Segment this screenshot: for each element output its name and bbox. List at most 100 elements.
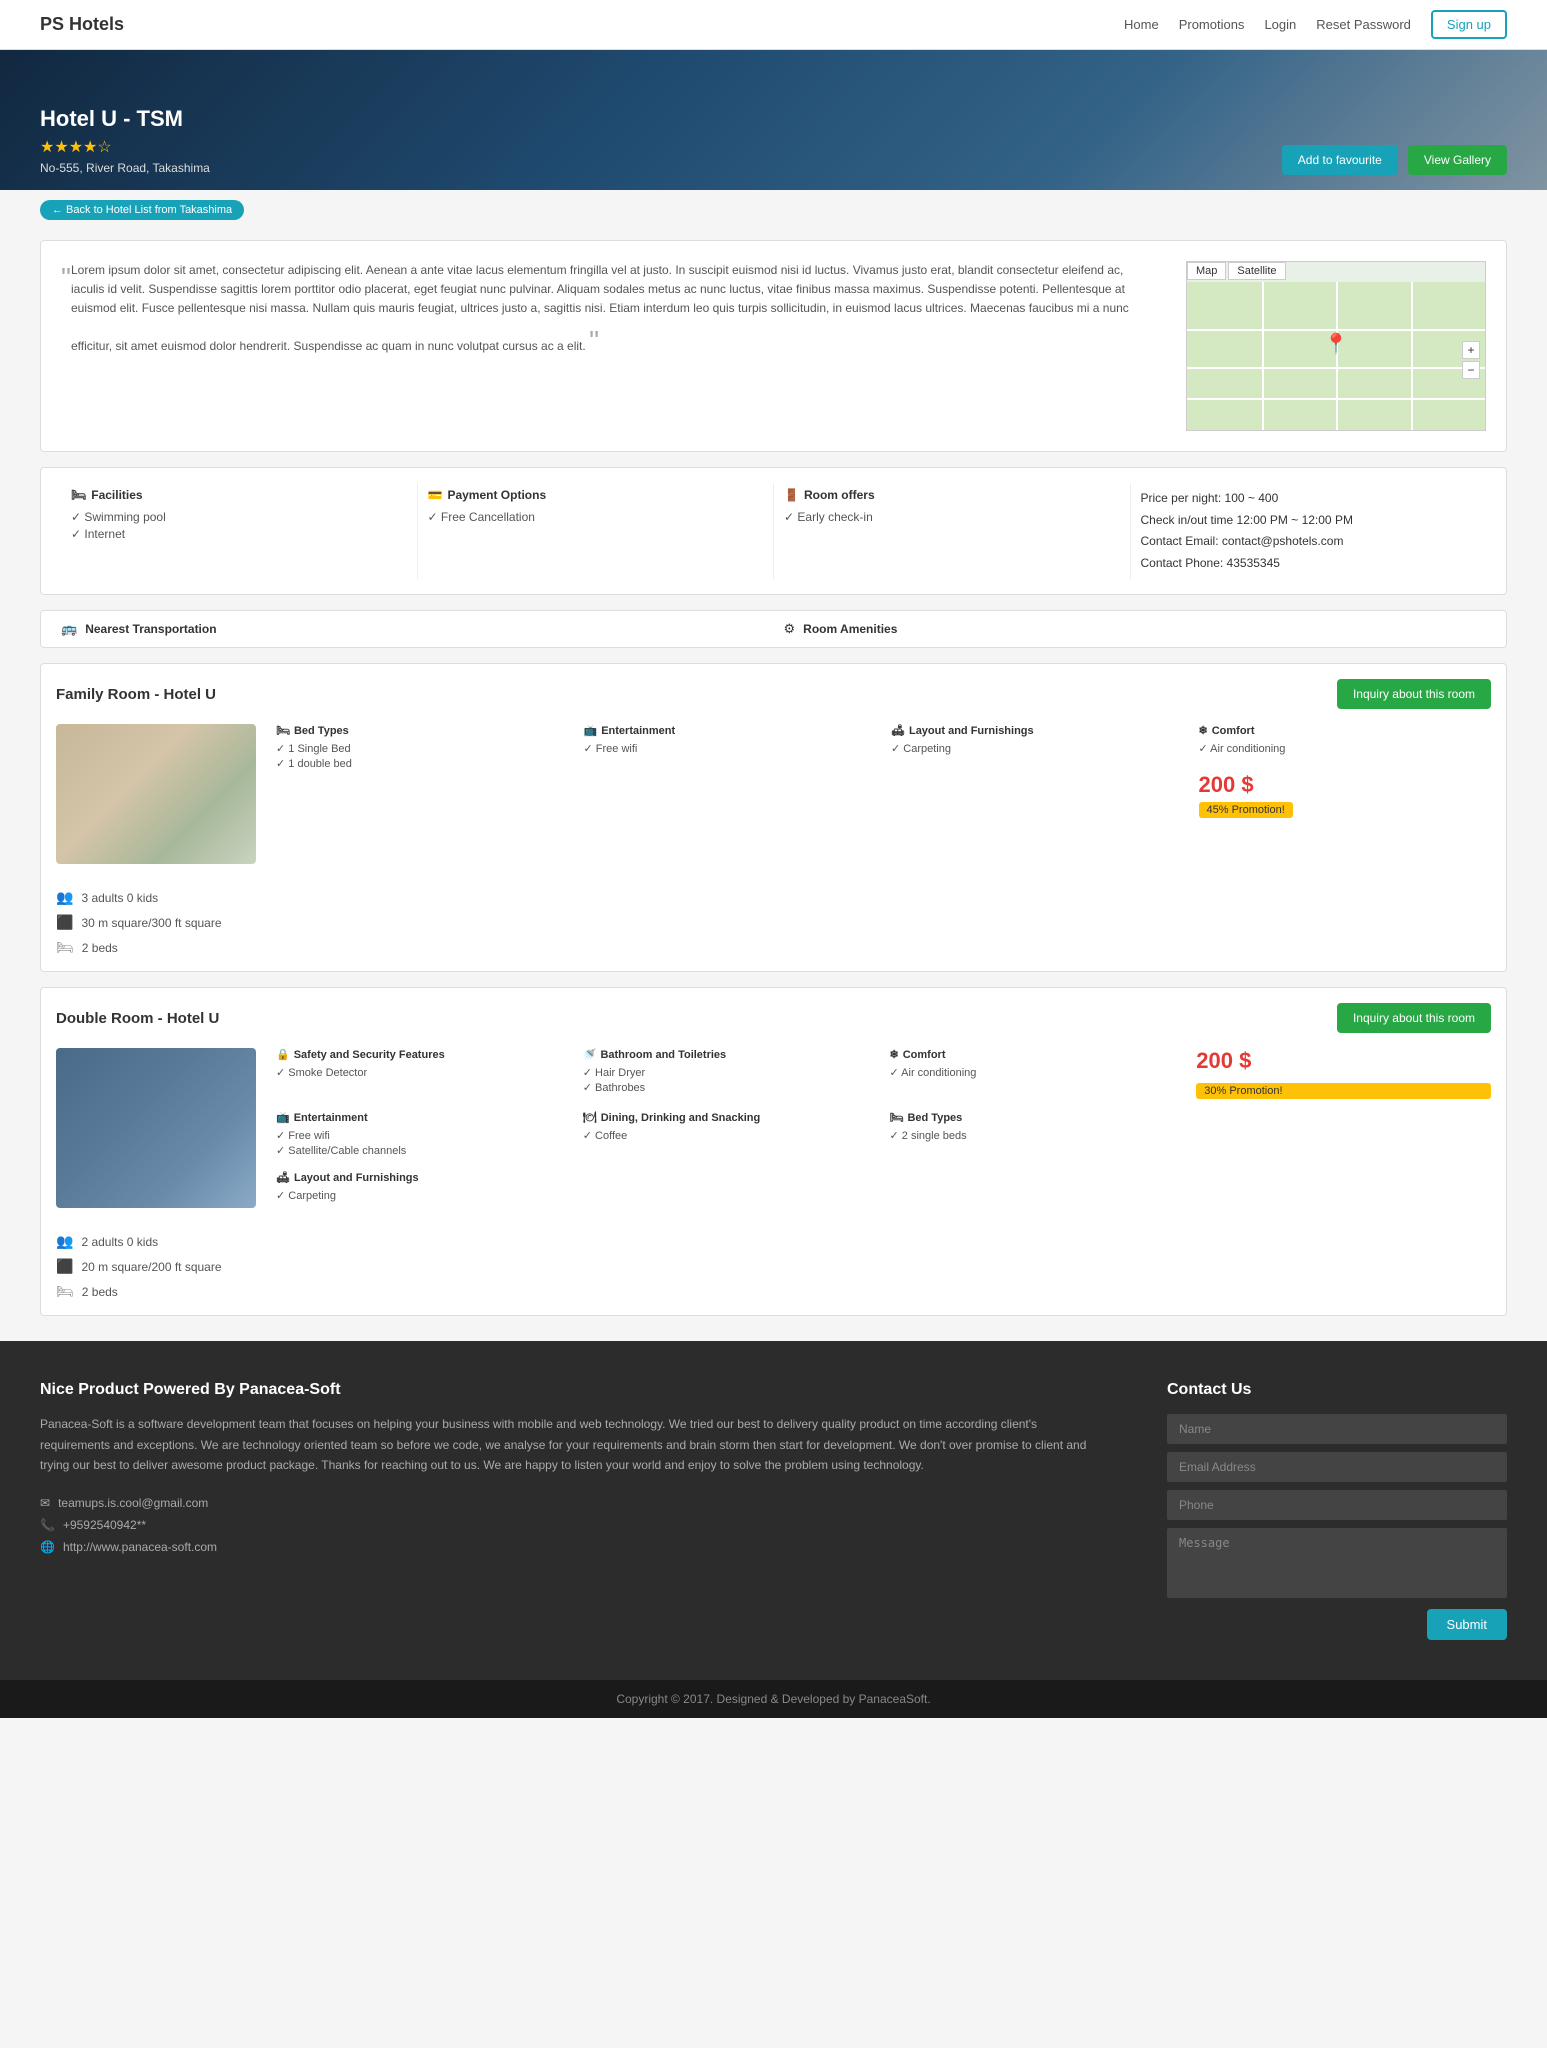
map-road-v1	[1262, 282, 1264, 431]
hotel-map: Map Satellite 📍 + − M	[1186, 261, 1486, 431]
map-controls: + −	[1462, 341, 1480, 379]
family-room-left: 👥 3 adults 0 kids ⬛ 30 m square/300 ft s…	[56, 724, 256, 956]
family-price-block: ❄ Comfort Air conditioning 200 $ 45% Pro…	[1199, 724, 1492, 956]
family-inquiry-button[interactable]: Inquiry about this room	[1337, 679, 1491, 709]
map-tabs: Map Satellite	[1187, 262, 1485, 280]
layout-icon: 🛋	[891, 724, 905, 737]
footer-phone: +9592540942**	[63, 1518, 146, 1532]
nav-login[interactable]: Login	[1264, 17, 1296, 32]
payment-col: 💳 Payment Options Free Cancellation	[418, 483, 775, 579]
double-price-value: 200 $	[1196, 1048, 1491, 1074]
double-stat-beds: 🛏 2 beds	[56, 1283, 256, 1300]
transport-title: Nearest Transportation	[85, 622, 216, 636]
double-entertainment-icon: 📺	[276, 1111, 290, 1124]
quote-close-icon: "	[589, 325, 599, 356]
footer-website: http://www.panacea-soft.com	[63, 1540, 217, 1554]
nav-promotions[interactable]: Promotions	[1179, 17, 1245, 32]
footer-bottom: Copyright © 2017. Designed & Developed b…	[0, 1680, 1547, 1718]
footer-phone-item: 📞 +9592540942**	[40, 1518, 1107, 1532]
double-promo-badge: 30% Promotion!	[1196, 1083, 1491, 1099]
family-room-header: Family Room - Hotel U Inquiry about this…	[56, 679, 1491, 709]
main-content: " Lorem ipsum dolor sit amet, consectetu…	[0, 230, 1547, 1341]
contact-name-input[interactable]	[1167, 1414, 1507, 1444]
beds-icon: 🛏	[56, 939, 74, 956]
double-room-header: Double Room - Hotel U Inquiry about this…	[56, 1003, 1491, 1033]
contact-submit-button[interactable]: Submit	[1427, 1609, 1507, 1640]
signup-button[interactable]: Sign up	[1431, 10, 1507, 39]
double-bathroom: 🚿 Bathroom and Toiletries Hair Dryer Bat…	[583, 1048, 878, 1099]
email-icon: ✉	[40, 1496, 50, 1510]
amenities-icon: ⚙	[784, 621, 796, 637]
double-entertainment-title: 📺 Entertainment	[276, 1111, 571, 1124]
map-tab-satellite[interactable]: Satellite	[1228, 262, 1285, 280]
family-room-features: 🛏 Bed Types 1 Single Bed 1 double bed 📺 …	[276, 724, 1491, 956]
double-stat-area: ⬛ 20 m square/200 ft square	[56, 1258, 256, 1275]
fac-item-checkin: Early check-in	[784, 510, 1120, 524]
site-logo: PS Hotels	[40, 14, 124, 35]
footer-main: Nice Product Powered By Panacea-Soft Pan…	[0, 1341, 1547, 1680]
nearest-transport: 🚌 Nearest Transportation	[61, 621, 764, 637]
back-link[interactable]: ← Back to Hotel List from Takashima	[40, 200, 244, 220]
facilities-col: 🛏 Facilities Swimming pool Internet	[61, 483, 418, 579]
family-stat-area: ⬛ 30 m square/300 ft square	[56, 914, 256, 931]
family-bed-types: 🛏 Bed Types 1 Single Bed 1 double bed	[276, 724, 569, 956]
room-offers-icon: 🚪	[784, 488, 799, 502]
transport-icon: 🚌	[61, 621, 77, 637]
double-room-card: Double Room - Hotel U Inquiry about this…	[40, 987, 1507, 1316]
contact-email: Contact Email: contact@pshotels.com	[1141, 531, 1477, 553]
family-ac: Air conditioning	[1199, 742, 1492, 755]
double-ac: Air conditioning	[890, 1066, 1185, 1079]
facilities-title: 🛏 Facilities	[71, 488, 407, 502]
payment-icon: 💳	[428, 488, 443, 502]
fac-item-cancellation: Free Cancellation	[428, 510, 764, 524]
site-header: PS Hotels Home Promotions Login Reset Pa…	[0, 0, 1547, 50]
room-amenities: ⚙ Room Amenities	[784, 621, 1487, 637]
contact-phone-input[interactable]	[1167, 1490, 1507, 1520]
hotel-title: Hotel U - TSM	[40, 106, 1282, 132]
family-entertainment-title: 📺 Entertainment	[584, 724, 877, 737]
transport-amenities-section: 🚌 Nearest Transportation ⚙ Room Amenitie…	[40, 610, 1507, 648]
double-inquiry-button[interactable]: Inquiry about this room	[1337, 1003, 1491, 1033]
price-info-col: Price per night: 100 ~ 400 Check in/out …	[1131, 483, 1487, 579]
double-safety-title: 🔒 Safety and Security Features	[276, 1048, 571, 1061]
fac-item-pool: Swimming pool	[71, 510, 407, 524]
copyright-text: Copyright © 2017. Designed & Developed b…	[616, 1692, 930, 1706]
contact-email-input[interactable]	[1167, 1452, 1507, 1482]
map-pin-icon: 📍	[1324, 332, 1349, 357]
double-room-left: 👥 2 adults 0 kids ⬛ 20 m square/200 ft s…	[56, 1048, 256, 1300]
double-bathroom-title: 🚿 Bathroom and Toiletries	[583, 1048, 878, 1061]
add-favourite-button[interactable]: Add to favourite	[1282, 145, 1398, 175]
double-layout-title: 🛋 Layout and Furnishings	[276, 1171, 571, 1184]
double-hairdryer: Hair Dryer	[583, 1066, 878, 1079]
footer-contact-info: ✉ teamups.is.cool@gmail.com 📞 +959254094…	[40, 1496, 1107, 1554]
map-tab-map[interactable]: Map	[1187, 262, 1226, 280]
facilities-section: 🛏 Facilities Swimming pool Internet 💳 Pa…	[40, 467, 1507, 595]
family-stat-beds: 🛏 2 beds	[56, 939, 256, 956]
double-price-block: 200 $ 30% Promotion!	[1196, 1048, 1491, 1099]
double-stat-adults: 👥 2 adults 0 kids	[56, 1233, 256, 1250]
family-layout: 🛋 Layout and Furnishings Carpeting	[891, 724, 1184, 956]
double-adults-icon: 👥	[56, 1233, 73, 1250]
contact-message-input[interactable]	[1167, 1528, 1507, 1598]
family-carpeting: Carpeting	[891, 742, 1184, 755]
family-room-image	[56, 724, 256, 864]
map-zoom-in[interactable]: +	[1462, 341, 1480, 359]
hero-buttons: Add to favourite View Gallery	[1282, 145, 1507, 175]
hotel-description: " Lorem ipsum dolor sit amet, consectetu…	[61, 261, 1166, 431]
family-bed-double: 1 double bed	[276, 757, 569, 770]
family-room-body: 👥 3 adults 0 kids ⬛ 30 m square/300 ft s…	[56, 724, 1491, 956]
footer-email: teamups.is.cool@gmail.com	[58, 1496, 208, 1510]
map-road-v2	[1336, 282, 1338, 431]
family-room-stats: 👥 3 adults 0 kids ⬛ 30 m square/300 ft s…	[56, 889, 256, 956]
map-zoom-out[interactable]: −	[1462, 361, 1480, 379]
family-price: 200 $ 45% Promotion!	[1199, 772, 1492, 818]
view-gallery-button[interactable]: View Gallery	[1408, 145, 1507, 175]
nav-reset-password[interactable]: Reset Password	[1316, 17, 1411, 32]
double-bathrobes: Bathrobes	[583, 1081, 878, 1094]
double-beds-icon: 🛏	[56, 1283, 74, 1300]
nav-home[interactable]: Home	[1124, 17, 1159, 32]
double-room-stats: 👥 2 adults 0 kids ⬛ 20 m square/200 ft s…	[56, 1233, 256, 1300]
dining-icon: 🍽	[583, 1111, 597, 1124]
map-placeholder: Map Satellite 📍 + − M	[1186, 261, 1486, 431]
info-section: " Lorem ipsum dolor sit amet, consectetu…	[40, 240, 1507, 452]
